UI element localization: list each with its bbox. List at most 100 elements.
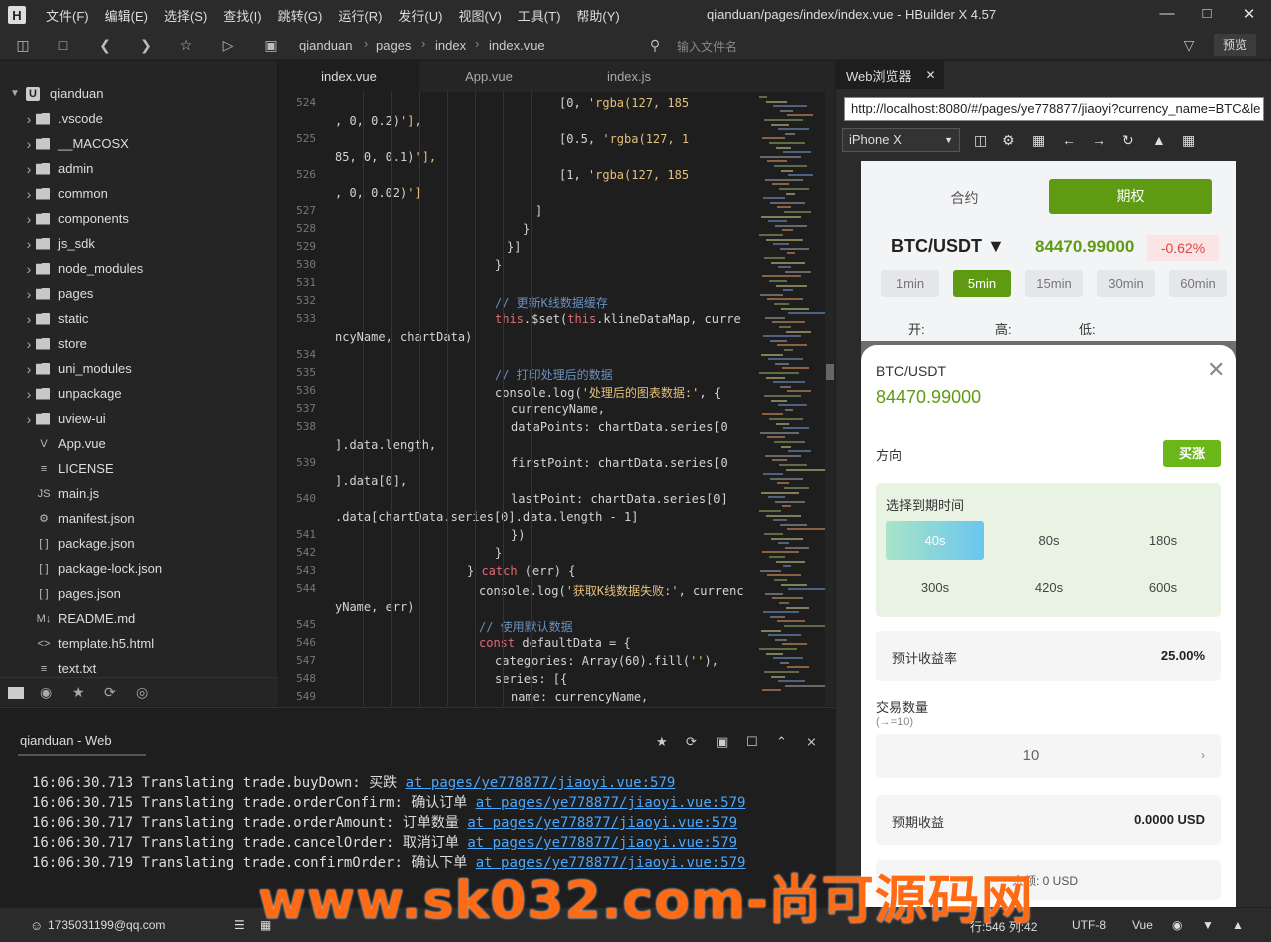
close-window-icon[interactable]: ✕ [1239,5,1259,23]
chevron-up-icon[interactable]: ⌃ [776,734,787,750]
code-line[interactable]: , 0, 0.02)'] [335,186,422,200]
url-input[interactable]: http://localhost:8080/#/pages/ye778877/j… [844,97,1264,121]
code-line[interactable]: ].data[0], [335,474,407,488]
device-select[interactable]: iPhone X ▼ [842,128,960,152]
menu-item[interactable]: 选择(S) [156,6,215,25]
tree-item[interactable]: › components [22,206,292,231]
code-line[interactable]: ].data.length, [335,438,436,452]
console-source-link[interactable]: at pages/ye778877/jiaoyi.vue:579 [467,835,737,851]
code-line[interactable]: // 更新K线数据缓存 [495,294,608,311]
minimap[interactable] [755,92,829,706]
source-control-icon[interactable]: ⟳ [104,684,116,701]
editor-scrollbar[interactable] [825,92,835,706]
refresh-icon[interactable]: ↻ [1122,132,1134,149]
tree-item[interactable]: › uview-ui [22,406,292,431]
browser-tab[interactable]: Web浏览器 ✕ [836,61,944,89]
tree-item[interactable]: [ ] package.json [22,531,292,556]
menu-item[interactable]: 文件(F) [38,6,97,25]
code-line[interactable]: categories: Array(60).fill(''), [495,654,719,668]
code-line[interactable]: }] [507,240,521,254]
menu-item[interactable]: 查找(I) [215,6,269,25]
tree-item[interactable]: › static [22,306,292,331]
pair-selector[interactable]: BTC/USDT ▼ [891,236,1005,257]
lock-icon[interactable]: ▲ [1152,132,1166,148]
forward-arrow-icon[interactable]: ❯ [137,36,155,54]
download-icon[interactable]: ▼ [1202,918,1214,932]
tree-item[interactable]: › js_sdk [22,231,292,256]
tree-item[interactable]: › pages [22,281,292,306]
menu-item[interactable]: 编辑(E) [97,6,156,25]
stop-icon[interactable]: ▣ [716,734,728,750]
expiry-option[interactable]: 40s [886,521,984,560]
tree-item[interactable]: › admin [22,156,292,181]
breadcrumb-folder[interactable]: pages [376,38,411,53]
expiry-option[interactable]: 420s [1000,568,1098,607]
tree-item[interactable]: › store [22,331,292,356]
code-line[interactable]: console.log('处理后的图表数据:', { [495,384,721,401]
close-icon[interactable]: ✕ [1207,357,1225,383]
tree-item[interactable]: › common [22,181,292,206]
code-line[interactable]: } [495,546,502,560]
globe-icon[interactable]: ◎ [136,684,148,701]
code-line[interactable]: console.log('获取K线数据失败:', currenc [479,582,744,599]
expiry-option[interactable]: 600s [1114,568,1212,607]
devtools-icon[interactable]: ▦ [1032,132,1045,149]
timeframe-button[interactable]: 15min [1025,270,1083,297]
rotate-icon[interactable]: ◫ [974,132,987,149]
tree-root[interactable]: ▼ U qianduan [8,81,278,106]
expiry-option[interactable]: 300s [886,568,984,607]
buy-up-button[interactable]: 买涨 [1163,440,1221,467]
tree-item[interactable]: V App.vue [22,431,292,456]
code-editor[interactable]: 524 [0, 'rgba(127, 185 , 0, 0.2)'], 525 [0.5… [279,92,755,706]
breadcrumb-file[interactable]: index.vue [489,38,545,53]
binoculars-icon[interactable]: ◉ [40,684,52,701]
clear-icon[interactable]: ☐ [746,734,758,750]
menu-item[interactable]: 工具(T) [510,6,569,25]
code-line[interactable]: // 打印处理后的数据 [495,366,613,383]
encoding[interactable]: UTF-8 [1072,918,1106,932]
tab-index-vue[interactable]: index.vue [279,61,419,92]
back-arrow-icon[interactable]: ← [1062,132,1076,148]
settings-icon[interactable]: ⚙ [1002,132,1015,149]
breadcrumb-project[interactable]: qianduan [299,38,353,53]
grid-icon[interactable]: ▦ [1182,132,1195,149]
forward-arrow-icon[interactable]: → [1092,132,1106,148]
code-line[interactable]: } [495,258,502,272]
language-mode[interactable]: Vue [1132,918,1153,932]
timeframe-button[interactable]: 60min [1169,270,1227,297]
tree-item[interactable]: <> template.h5.html [22,631,292,656]
hbuilder-account-icon[interactable]: ◉ [1172,918,1182,932]
code-line[interactable]: }) [511,528,525,542]
list-icon[interactable]: ☰ [234,918,245,932]
tree-item[interactable]: [ ] pages.json [22,581,292,606]
menu-item[interactable]: 发行(U) [390,6,450,25]
file-search-input[interactable]: 输入文件名 [677,38,737,55]
bell-icon[interactable]: ▲ [1232,918,1244,932]
console-source-link[interactable]: at pages/ye778877/jiaoyi.vue:579 [406,775,676,791]
new-file-icon[interactable]: ◫ [14,36,32,54]
code-line[interactable]: const defaultData = { [479,636,631,650]
expiry-option[interactable]: 180s [1114,521,1212,560]
code-line[interactable]: 85, 0, 0.1)'], [335,150,436,164]
tab-index-js[interactable]: index.js [559,61,699,92]
code-line[interactable]: // 使用默认数据 [479,618,573,635]
expiry-option[interactable]: 80s [1000,521,1098,560]
code-line[interactable]: currencyName, [511,402,605,416]
user-account[interactable]: 1735031199@qq.com [48,918,165,932]
menu-item[interactable]: 运行(R) [330,6,390,25]
timeframe-button[interactable]: 30min [1097,270,1155,297]
tree-item[interactable]: › __MACOSX [22,131,292,156]
code-line[interactable]: ncyName, chartData) [335,330,472,344]
code-line[interactable]: dataPoints: chartData.series[0 [511,420,728,434]
code-line[interactable]: } catch (err) { [467,564,575,578]
timeframe-button[interactable]: 1min [881,270,939,297]
close-tab-icon[interactable]: ✕ [926,68,936,82]
save-icon[interactable]: □ [54,36,72,54]
debug-icon[interactable]: ★ [72,684,85,701]
tree-item[interactable]: ⚙ manifest.json [22,506,292,531]
segment-contract[interactable]: 合约 [881,179,1048,217]
menu-item[interactable]: 帮助(Y) [568,6,627,25]
restart-icon[interactable]: ⟳ [686,734,697,750]
code-line[interactable]: .data[chartData.series[0].data.length - … [335,510,638,524]
tree-item[interactable]: › node_modules [22,256,292,281]
